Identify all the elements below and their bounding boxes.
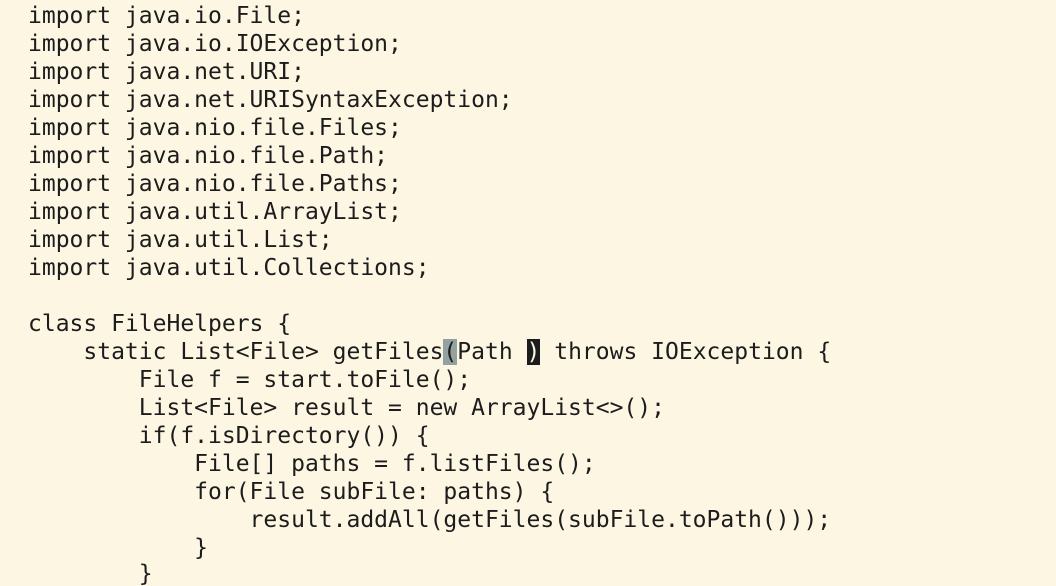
code-segment: Path: [457, 339, 527, 365]
code-line[interactable]: }: [28, 534, 208, 562]
code-segment: throws IOException {: [540, 339, 832, 365]
code-line[interactable]: import java.io.File;: [28, 2, 305, 30]
code-line[interactable]: for(File subFile: paths) {: [28, 478, 554, 506]
code-line[interactable]: result.addAll(getFiles(subFile.toPath())…: [28, 506, 832, 534]
code-segment: static List<File> getFiles: [28, 339, 444, 365]
code-line[interactable]: File[] paths = f.listFiles();: [28, 450, 596, 478]
code-line[interactable]: }: [28, 560, 153, 586]
code-line[interactable]: File f = start.toFile();: [28, 366, 471, 394]
code-line[interactable]: import java.io.IOException;: [28, 30, 402, 58]
code-line[interactable]: import java.util.List;: [28, 226, 333, 254]
code-line[interactable]: import java.nio.file.Paths;: [28, 170, 402, 198]
code-line[interactable]: import java.util.ArrayList;: [28, 198, 402, 226]
code-line[interactable]: import java.net.URI;: [28, 58, 305, 86]
code-line-cursor[interactable]: static List<File> getFiles(Path ) throws…: [28, 338, 831, 366]
code-line[interactable]: import java.nio.file.Files;: [28, 114, 402, 142]
code-line[interactable]: import java.net.URISyntaxException;: [28, 86, 513, 114]
code-line[interactable]: import java.util.Collections;: [28, 254, 430, 282]
code-line[interactable]: import java.nio.file.Path;: [28, 142, 388, 170]
code-editor[interactable]: import java.io.File; import java.io.IOEx…: [0, 0, 1056, 586]
text-cursor: ): [526, 339, 541, 365]
code-line[interactable]: List<File> result = new ArrayList<>();: [28, 394, 665, 422]
code-line[interactable]: if(f.isDirectory()) {: [28, 422, 430, 450]
matching-paren-highlight: (: [443, 339, 458, 365]
code-line[interactable]: class FileHelpers {: [28, 310, 291, 338]
